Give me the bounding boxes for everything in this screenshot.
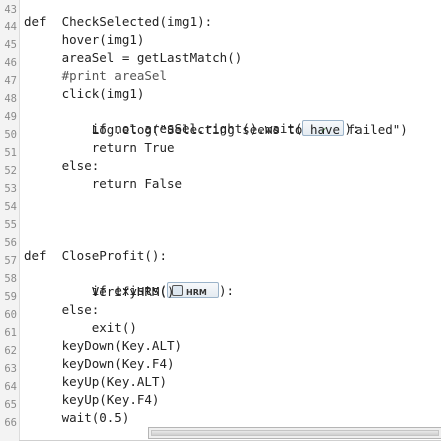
code-line[interactable]: return True <box>24 140 175 156</box>
code-line[interactable]: keyDown(Key.F4) <box>24 356 175 372</box>
code-text: ): <box>219 283 235 298</box>
code-line[interactable]: else: <box>24 302 100 318</box>
screenshot-thumbnail-exists[interactable]: HRM <box>167 282 219 298</box>
scrollbar-thumb[interactable] <box>151 430 439 436</box>
code-line[interactable]: return False <box>24 176 182 192</box>
code-line[interactable]: def CloseProfit(): <box>24 248 167 264</box>
code-line[interactable]: Log.elog("Selecting seems to have failed… <box>24 122 408 138</box>
thumbnail-label: HRM <box>186 288 207 297</box>
horizontal-scrollbar[interactable] <box>148 427 441 439</box>
code-line[interactable]: else: <box>24 158 100 174</box>
code-line[interactable]: click(img1) <box>24 86 145 102</box>
code-line[interactable]: keyDown(Key.ALT) <box>24 338 182 354</box>
code-comment-line[interactable]: #print areaSel <box>24 68 167 84</box>
code-line[interactable]: exit() <box>24 320 137 336</box>
code-line[interactable]: wait(0.5) <box>24 410 130 426</box>
code-line[interactable]: VerifyHRM() <box>24 284 175 300</box>
code-line[interactable]: keyUp(Key.F4) <box>24 392 160 408</box>
code-line[interactable]: hover(img1) <box>24 32 145 48</box>
code-line[interactable]: areaSel = getLastMatch() <box>24 50 243 66</box>
code-line[interactable]: def CheckSelected(img1): <box>24 14 212 30</box>
code-line[interactable]: keyUp(Key.ALT) <box>24 374 167 390</box>
code-editor[interactable]: def CheckSelected(img1): hover(img1) are… <box>0 0 441 441</box>
